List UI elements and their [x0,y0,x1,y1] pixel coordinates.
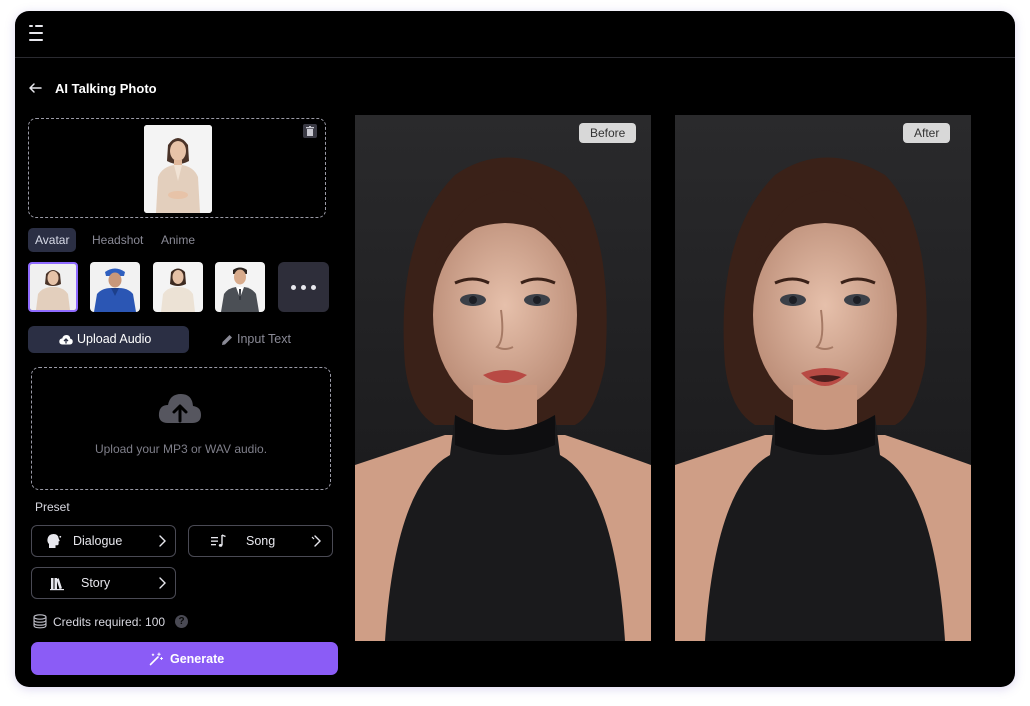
music-note-icon [211,534,226,547]
before-portrait-image [355,115,651,641]
cloud-upload-icon [158,394,201,423]
generate-button[interactable]: Generate [31,642,338,675]
preset-story-label: Story [81,576,111,590]
generate-label: Generate [170,652,225,666]
after-badge: After [903,123,951,143]
page-title: AI Talking Photo [55,81,157,96]
more-avatars-button[interactable] [278,262,329,312]
help-icon[interactable]: ? [175,615,188,628]
upload-audio-tab[interactable]: Upload Audio [28,326,189,353]
cloud-upload-icon [59,335,73,345]
more-dots-icon [291,285,296,290]
avatar-thumbnail-woman-beige[interactable] [28,262,78,312]
chevron-right-icon [311,535,321,547]
top-bar [15,11,1015,58]
input-text-label: Input Text [237,332,291,346]
sidebar-toggle-icon[interactable] [29,24,49,42]
preset-song-button[interactable]: Song [188,525,333,557]
avatar-thumbnail-woman-cream[interactable] [153,262,203,312]
preview-before: Before [355,115,651,641]
preset-dialogue-label: Dialogue [73,534,123,548]
avatar-thumbnail-doctor[interactable] [90,262,140,312]
speaking-head-icon [47,534,62,548]
magic-wand-icon [149,652,163,666]
preset-story-button[interactable]: Story [31,567,176,599]
before-badge: Before [579,123,637,143]
pencil-icon [222,335,232,345]
upload-audio-label: Upload Audio [77,332,152,346]
avatar-thumbnail-man-suit[interactable] [215,262,265,312]
uploaded-photo-thumbnail [144,125,212,213]
photo-upload-area[interactable] [28,118,326,218]
trash-icon [306,126,314,136]
preview-after: After [675,115,971,641]
audio-upload-area[interactable]: Upload your MP3 or WAV audio. [31,367,331,490]
audio-upload-hint: Upload your MP3 or WAV audio. [94,442,268,456]
input-text-tab[interactable]: Input Text [215,326,315,353]
chevron-right-icon [159,535,166,547]
back-arrow-icon[interactable] [28,81,44,97]
books-icon [50,578,64,591]
tab-headshot[interactable]: Headshot [85,228,150,252]
preset-label: Preset [35,500,70,514]
delete-photo-button[interactable] [303,124,317,138]
chevron-right-icon [159,577,166,589]
preset-dialogue-button[interactable]: Dialogue [31,525,176,557]
tab-anime[interactable]: Anime [154,228,202,252]
tab-avatar[interactable]: Avatar [28,228,77,252]
credits-text: Credits required: 100 [53,615,166,629]
app-window: AI Talking Photo Avatar Headshot Anime U… [15,11,1015,687]
after-portrait-image [675,115,971,641]
coins-stack-icon [33,614,47,629]
preset-song-label: Song [246,534,276,548]
